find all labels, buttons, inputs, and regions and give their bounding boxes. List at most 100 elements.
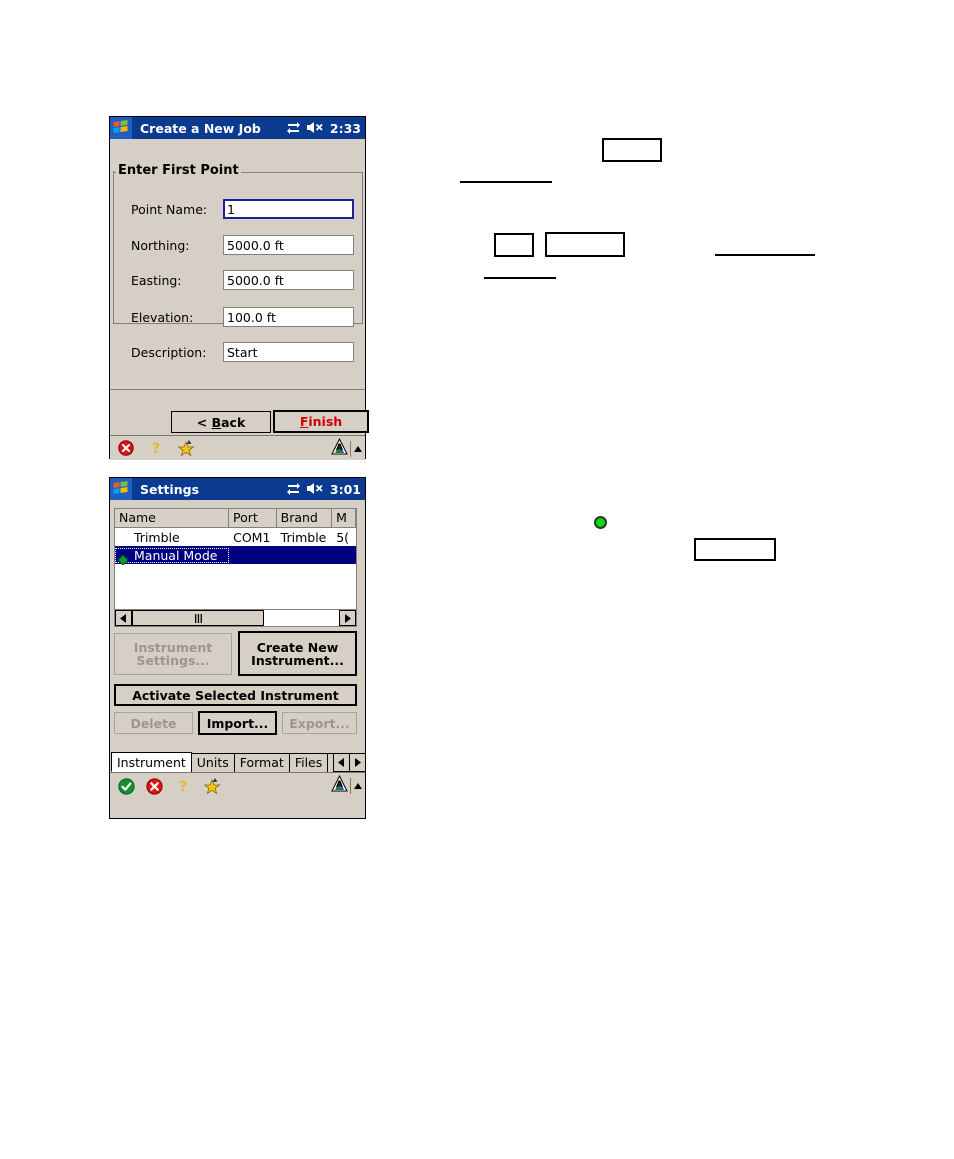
title-bar: Create a New Job 2:33 <box>110 117 365 139</box>
scroll-track[interactable] <box>132 610 339 626</box>
annotation-box-2 <box>494 233 534 257</box>
status-divider <box>350 777 351 794</box>
groupbox-left-stub <box>113 171 114 179</box>
windows-start-icon[interactable] <box>110 478 132 500</box>
groupbox-legend: Enter First Point <box>116 163 241 178</box>
scroll-left-button[interactable] <box>115 610 132 626</box>
delete-button-label: Delete <box>130 715 177 731</box>
instrument-settings-button[interactable]: Instrument Settings... <box>114 633 232 675</box>
clock-time: 3:01 <box>329 481 361 497</box>
field-label-elevation: Elevation: <box>131 310 194 325</box>
cell-model: 5( <box>336 529 350 545</box>
client-area: Enter First Point Point Name: 1 Northing… <box>110 139 369 460</box>
svg-text:?: ? <box>179 779 187 794</box>
activate-selected-instrument-button[interactable]: Activate Selected Instrument <box>114 684 357 706</box>
annotation-box-3 <box>545 232 625 257</box>
help-question-icon[interactable]: ? <box>175 778 191 795</box>
tab-format[interactable]: Format <box>233 753 290 772</box>
annotation-rule-2 <box>484 277 556 279</box>
point-name-input[interactable]: 1 <box>223 199 354 219</box>
client-area: Name Port Brand M Trimble COM1 Trimble 5… <box>110 500 366 818</box>
annotation-rule-3 <box>715 254 815 256</box>
create-new-instrument-line2: Instrument... <box>251 652 344 668</box>
activate-selected-instrument-label: Activate Selected Instrument <box>132 687 339 703</box>
speaker-mute-icon[interactable] <box>306 480 325 499</box>
status-green-dot <box>594 516 607 529</box>
horizontal-scrollbar[interactable] <box>115 609 356 626</box>
up-arrow-icon[interactable] <box>353 776 363 795</box>
tab-files[interactable]: Files <box>288 753 329 772</box>
cell-name: Trimble <box>134 529 180 545</box>
create-new-instrument-button[interactable]: Create New Instrument... <box>238 631 357 676</box>
scroll-thumb[interactable] <box>132 610 265 626</box>
field-label-northing: Northing: <box>131 238 190 253</box>
status-bar: ? A <box>110 435 365 460</box>
status-divider <box>350 440 351 457</box>
create-new-job-window: Create a New Job 2:33 Enter First Point … <box>109 116 369 460</box>
tab-scroll-right-button[interactable] <box>349 753 366 772</box>
column-header-name[interactable]: Name <box>115 509 230 527</box>
title-bar-status-area: 3:01 <box>286 478 361 500</box>
delete-button[interactable]: Delete <box>114 712 193 734</box>
cell-name: Manual Mode <box>115 547 230 563</box>
input-panel-a-icon[interactable]: A <box>331 774 348 796</box>
svg-text:A: A <box>336 443 343 453</box>
list-header-row: Name Port Brand M <box>115 509 356 528</box>
clock-time: 2:33 <box>329 120 361 136</box>
window-title: Settings <box>140 481 200 497</box>
import-button[interactable]: Import... <box>198 711 277 735</box>
elevation-input[interactable]: 100.0 ft <box>223 307 354 327</box>
field-label-point-name: Point Name: <box>131 202 208 217</box>
field-label-easting: Easting: <box>131 273 182 288</box>
table-row[interactable]: Manual Mode <box>115 546 356 566</box>
star-icon[interactable] <box>177 440 195 457</box>
status-bar-right-area: A <box>331 437 363 459</box>
ok-check-icon[interactable] <box>118 777 135 795</box>
table-row[interactable]: Trimble COM1 Trimble 5( <box>115 528 356 546</box>
settings-window: Settings 3:01 Name Port Brand M Trimble … <box>109 477 366 819</box>
connectivity-icon[interactable] <box>286 119 301 138</box>
scroll-right-button[interactable] <box>339 610 356 626</box>
description-input[interactable]: Start <box>223 342 354 362</box>
grip-icon <box>194 613 202 623</box>
tab-scroll-spinner <box>333 753 366 772</box>
settings-tab-strip: Instrument Units Format Files S <box>111 752 366 772</box>
tab-instrument[interactable]: Instrument <box>111 752 192 772</box>
status-bar: ? A <box>110 772 365 798</box>
instrument-settings-line2: Settings... <box>136 653 210 668</box>
instrument-list[interactable]: Name Port Brand M Trimble COM1 Trimble 5… <box>114 508 357 627</box>
svg-text:A: A <box>336 780 343 790</box>
connectivity-icon[interactable] <box>286 480 301 499</box>
cell-port: COM1 <box>233 529 271 545</box>
status-bar-right-area: A <box>331 774 363 796</box>
close-x-icon[interactable] <box>146 777 163 795</box>
close-x-icon[interactable] <box>118 440 134 456</box>
cell-brand: Trimble <box>280 529 327 545</box>
tab-units[interactable]: Units <box>190 753 235 772</box>
export-button-label: Export... <box>289 715 350 731</box>
field-label-description: Description: <box>131 345 207 360</box>
tab-scroll-left-button[interactable] <box>333 753 350 772</box>
column-header-port[interactable]: Port <box>229 509 277 527</box>
annotation-box-4 <box>694 538 776 561</box>
up-arrow-icon[interactable] <box>353 439 363 458</box>
finish-button[interactable]: Finish <box>273 410 369 433</box>
export-button[interactable]: Export... <box>282 712 357 734</box>
column-header-model[interactable]: M <box>332 509 356 527</box>
svg-text:?: ? <box>152 441 160 456</box>
import-button-label: Import... <box>206 715 269 731</box>
input-panel-a-icon[interactable]: A <box>331 437 348 459</box>
windows-start-icon[interactable] <box>110 117 132 139</box>
finish-button-label: Finish <box>299 414 343 429</box>
speaker-mute-icon[interactable] <box>306 119 325 138</box>
back-button[interactable]: < Back <box>171 411 271 433</box>
star-icon[interactable] <box>203 777 221 794</box>
groupbox-top-rule <box>224 172 362 173</box>
help-question-icon[interactable]: ? <box>148 440 164 457</box>
green-diamond-icon <box>117 550 129 566</box>
back-button-label: < Back <box>196 414 246 430</box>
column-header-brand[interactable]: Brand <box>277 509 333 527</box>
title-bar: Settings 3:01 <box>110 478 365 500</box>
easting-input[interactable]: 5000.0 ft <box>223 270 354 290</box>
northing-input[interactable]: 5000.0 ft <box>223 235 354 255</box>
